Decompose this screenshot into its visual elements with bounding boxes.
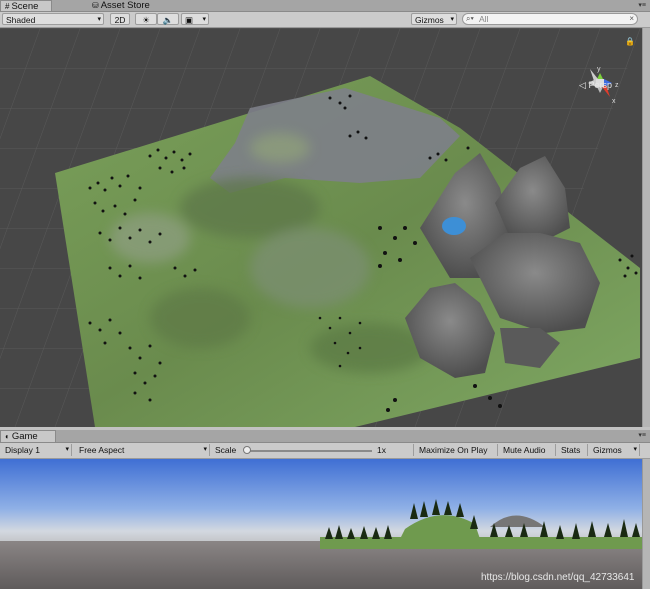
panel-menu-icon[interactable]: ▾≡: [638, 431, 646, 439]
tab-game-label: Game: [11, 431, 38, 442]
scale-value-text: 1x: [377, 445, 386, 455]
search-icon: ⌕▾: [466, 14, 474, 23]
toggle-2d-label: 2D: [114, 15, 126, 25]
scene-lighting-button[interactable]: ☀: [135, 13, 157, 25]
stats-button[interactable]: Stats: [558, 444, 588, 456]
scene-toolbar: Shaded ▾ 2D ☀ 🔈 ▣ ▾ Gizmos ▾ ⌕▾ All ×: [0, 12, 650, 28]
tab-asset-store[interactable]: ⛁ Asset Store: [88, 0, 168, 11]
toggle-2d-button[interactable]: 2D: [110, 13, 130, 25]
svg-text:z: z: [615, 82, 619, 89]
chevron-down-icon: ▾: [65, 446, 69, 453]
shading-mode-dropdown[interactable]: Shaded ▾: [2, 13, 104, 25]
scene-audio-button[interactable]: 🔈: [157, 13, 179, 25]
game-toolbar: Display 1 ▾ Free Aspect ▾ Scale 1x Maximiz…: [0, 443, 650, 459]
game-gizmos-label: Gizmos: [593, 445, 622, 455]
scene-effects-button[interactable]: ▣ ▾: [181, 13, 209, 25]
search-placeholder: All: [479, 14, 489, 24]
display-dropdown[interactable]: Display 1 ▾: [2, 444, 72, 456]
game-controller-icon: ◐: [5, 432, 10, 441]
mute-audio-button[interactable]: Mute Audio: [500, 444, 556, 456]
aspect-dropdown[interactable]: Free Aspect ▾: [76, 444, 210, 456]
tab-scene[interactable]: # Scene: [0, 0, 52, 12]
stats-label: Stats: [561, 445, 581, 455]
gizmos-dropdown[interactable]: Gizmos ▾: [411, 13, 457, 25]
display-label: Display 1: [5, 445, 40, 455]
scene-grid-icon: #: [5, 2, 10, 11]
image-effects-icon: ▣: [185, 15, 194, 25]
chevron-down-icon: ▾: [203, 446, 207, 453]
projection-label: Persp: [588, 80, 612, 90]
scene-viewport[interactable]: y z x: [0, 28, 642, 427]
chevron-down-icon: ▾: [633, 446, 637, 453]
game-render: [0, 459, 642, 589]
chevron-down-icon: ▾: [97, 16, 101, 23]
scale-value: 1x: [374, 444, 414, 456]
gizmos-label: Gizmos: [415, 15, 444, 25]
projection-icon: ◁: [579, 80, 586, 90]
clear-search-icon[interactable]: ×: [629, 14, 634, 24]
svg-text:x: x: [612, 98, 616, 105]
scale-slider[interactable]: [246, 450, 372, 452]
projection-toggle[interactable]: ◁ Persp: [579, 80, 612, 91]
svg-text:y: y: [597, 66, 601, 73]
hierarchy-search-input[interactable]: ⌕▾ All ×: [462, 13, 638, 25]
scale-label: Scale: [212, 444, 242, 456]
chevron-down-icon: ▾: [202, 16, 206, 23]
scene-scrollbar[interactable]: [642, 28, 650, 427]
game-scrollbar[interactable]: [642, 459, 650, 589]
shading-mode-label: Shaded: [6, 15, 36, 25]
asset-store-bag-icon: ⛁: [92, 1, 99, 10]
lock-icon[interactable]: 🔒: [625, 37, 635, 46]
panel-menu-icon[interactable]: ▾≡: [638, 1, 646, 9]
scene-tab-bar: # Scene ⛁ Asset Store ▾≡: [0, 0, 650, 12]
sun-light-icon: ☀: [142, 15, 150, 25]
game-viewport[interactable]: [0, 459, 642, 589]
speaker-icon: 🔈: [162, 15, 174, 25]
watermark-text: https://blog.csdn.net/qq_42733641: [481, 572, 635, 583]
maximize-on-play-button[interactable]: Maximize On Play: [416, 444, 498, 456]
maximize-on-play-label: Maximize On Play: [419, 445, 488, 455]
tab-asset-store-label: Asset Store: [100, 0, 150, 11]
game-tab-bar: ◐ Game ▾≡: [0, 430, 650, 443]
scale-slider-thumb[interactable]: [243, 446, 251, 454]
mute-audio-label: Mute Audio: [503, 445, 546, 455]
scale-label-text: Scale: [215, 445, 237, 455]
aspect-label: Free Aspect: [79, 445, 125, 455]
tab-scene-label: Scene: [11, 1, 39, 12]
chevron-down-icon: ▾: [450, 16, 454, 23]
tab-game[interactable]: ◐ Game: [0, 430, 56, 442]
scene-terrain-render: y z x: [0, 28, 642, 427]
game-gizmos-dropdown[interactable]: Gizmos ▾: [590, 444, 640, 456]
